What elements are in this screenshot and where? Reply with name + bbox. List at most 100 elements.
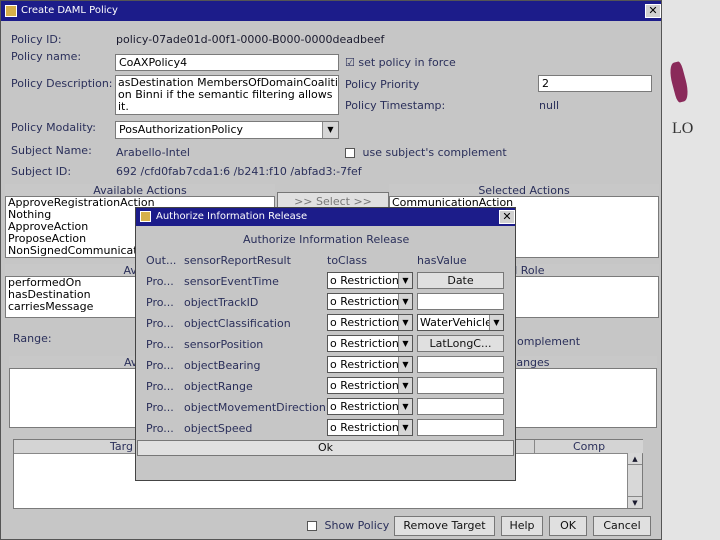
row-property-label: objectClassification	[184, 317, 291, 330]
hasvalue-input[interactable]	[417, 377, 504, 394]
subject-complement-row[interactable]: use subject's complement	[345, 146, 507, 159]
chevron-down-icon: ▼	[322, 122, 338, 138]
row-out-label: Pro...	[146, 359, 174, 372]
scroll-down-icon[interactable]: ▼	[628, 496, 642, 508]
row-property-label: objectMovementDirection	[184, 401, 326, 414]
row-out-label: Pro...	[146, 296, 174, 309]
latlong-button[interactable]: LatLongC...	[417, 335, 504, 352]
policy-priority-input[interactable]: 2	[538, 75, 652, 92]
slide-text: LO	[672, 120, 694, 137]
set-policy-checkbox-row[interactable]: ☑ set policy in force	[345, 56, 456, 69]
range-label: Range:	[13, 332, 52, 345]
show-policy-row[interactable]: Show Policy	[307, 519, 389, 532]
row-out-label: Pro...	[146, 338, 174, 351]
ok-button[interactable]: OK	[549, 516, 587, 536]
remove-target-button[interactable]: Remove Target	[394, 516, 495, 536]
subject-complement-label: use subject's complement	[362, 146, 507, 159]
row-property-label: objectRange	[184, 380, 253, 393]
policy-id-value: policy-07ade01d-00f1-0000-B000-0000deadb…	[116, 33, 385, 46]
chevron-down-icon: ▼	[489, 315, 503, 330]
help-button[interactable]: Help	[501, 516, 543, 536]
main-close-button[interactable]: ✕	[645, 4, 661, 18]
subject-id-value: 692 /cfd0fab7cda1:6 /b241:f10 /abfad3:-7…	[116, 165, 362, 178]
main-window-title: Create DAML Policy	[21, 5, 118, 16]
row-property-label: objectTrackID	[184, 296, 259, 309]
row-out-label: Pro...	[146, 422, 174, 435]
toclass-select[interactable]: o Restriction ▼	[327, 293, 413, 310]
hasvalue-select[interactable]: WaterVehicle ▼	[417, 314, 504, 331]
chevron-down-icon: ▼	[398, 336, 412, 351]
hasvalue-input[interactable]	[417, 398, 504, 415]
toclass-select[interactable]: o Restriction ▼	[327, 335, 413, 352]
date-button[interactable]: Date	[417, 272, 504, 289]
hasvalue-input[interactable]	[417, 356, 504, 373]
target-table-scrollbar[interactable]: ▲ ▼	[627, 453, 642, 508]
window-icon	[5, 5, 17, 17]
chevron-down-icon: ▼	[398, 294, 412, 309]
subject-id-label: Subject ID:	[11, 165, 72, 178]
background-slide: LO	[662, 0, 720, 540]
policy-priority-label: Policy Priority	[345, 78, 420, 91]
row-out-label: Pro...	[146, 317, 174, 330]
range-complement-label: omplement	[517, 335, 581, 348]
dialog-title: Authorize Information Release	[156, 211, 308, 222]
dialog-window-icon	[140, 211, 151, 222]
toclass-select[interactable]: o Restriction ▼	[327, 356, 413, 373]
policy-description-label: Policy Description:	[11, 77, 113, 90]
policy-modality-select[interactable]: PosAuthorizationPolicy ▼	[115, 121, 339, 139]
chevron-down-icon: ▼	[398, 378, 412, 393]
chevron-down-icon: ▼	[398, 273, 412, 288]
toclass-select[interactable]: o Restriction ▼	[327, 377, 413, 394]
toclass-select[interactable]: o Restriction ▼	[327, 314, 413, 331]
policy-name-input[interactable]: CoAXPolicy4	[115, 54, 339, 71]
authorize-release-dialog: Authorize Information Release ✕ Authoriz…	[135, 207, 516, 481]
comp-column-header: Comp	[534, 440, 643, 454]
toclass-select[interactable]: o Restriction ▼	[327, 419, 413, 436]
row-property-label: objectBearing	[184, 359, 261, 372]
chevron-down-icon: ▼	[398, 357, 412, 372]
show-policy-label: Show Policy	[324, 519, 390, 532]
col-hasvalue-header: hasValue	[417, 254, 467, 267]
hasvalue-input[interactable]	[417, 419, 504, 436]
chevron-down-icon: ▼	[398, 399, 412, 414]
policy-name-label: Policy name:	[11, 50, 82, 63]
dialog-close-button[interactable]: ✕	[499, 210, 515, 224]
show-policy-checkbox[interactable]	[307, 521, 317, 531]
policy-description-textarea[interactable]: asDestination MembersOfDomainCoalitio on…	[115, 75, 339, 115]
close-icon: ✕	[648, 4, 658, 17]
set-policy-checkbox[interactable]: ☑	[345, 56, 355, 69]
dialog-heading: Authorize Information Release	[243, 233, 410, 246]
subject-complement-checkbox[interactable]	[345, 148, 355, 158]
policy-timestamp-value: null	[539, 99, 560, 112]
col-toclass-header: toClass	[327, 254, 367, 267]
row-out-label: Pro...	[146, 401, 174, 414]
col-sensor-header: sensorReportResult	[184, 254, 291, 267]
dialog-ok-button[interactable]: Ok	[137, 440, 514, 456]
policy-timestamp-label: Policy Timestamp:	[345, 99, 446, 112]
chevron-down-icon: ▼	[398, 420, 412, 435]
subject-name-label: Subject Name:	[11, 144, 92, 157]
col-out-header: Out...	[146, 254, 177, 267]
description-line-3: it.	[118, 100, 129, 113]
policy-modality-value: PosAuthorizationPolicy	[119, 123, 244, 136]
scroll-up-icon[interactable]: ▲	[628, 453, 642, 465]
row-property-label: sensorPosition	[184, 338, 264, 351]
dialog-title-bar[interactable]: Authorize Information Release	[136, 208, 515, 226]
slide-logo-mark	[667, 60, 691, 104]
row-property-label: sensorEventTime	[184, 275, 279, 288]
chevron-down-icon: ▼	[398, 315, 412, 330]
row-out-label: Pro...	[146, 380, 174, 393]
toclass-select[interactable]: o Restriction ▼	[327, 272, 413, 289]
toclass-select[interactable]: o Restriction ▼	[327, 398, 413, 415]
hasvalue-input[interactable]	[417, 293, 504, 310]
main-title-bar[interactable]: Create DAML Policy	[1, 1, 661, 21]
subject-name-value: Arabello-Intel	[116, 146, 190, 159]
cancel-button[interactable]: Cancel	[593, 516, 651, 536]
close-icon: ✕	[502, 210, 512, 223]
set-policy-label: set policy in force	[358, 56, 456, 69]
row-property-label: objectSpeed	[184, 422, 253, 435]
row-out-label: Pro...	[146, 275, 174, 288]
policy-modality-label: Policy Modality:	[11, 121, 96, 134]
policy-id-label: Policy ID:	[11, 33, 62, 46]
description-line-2: on Binni if the semantic filtering allow…	[118, 88, 333, 101]
